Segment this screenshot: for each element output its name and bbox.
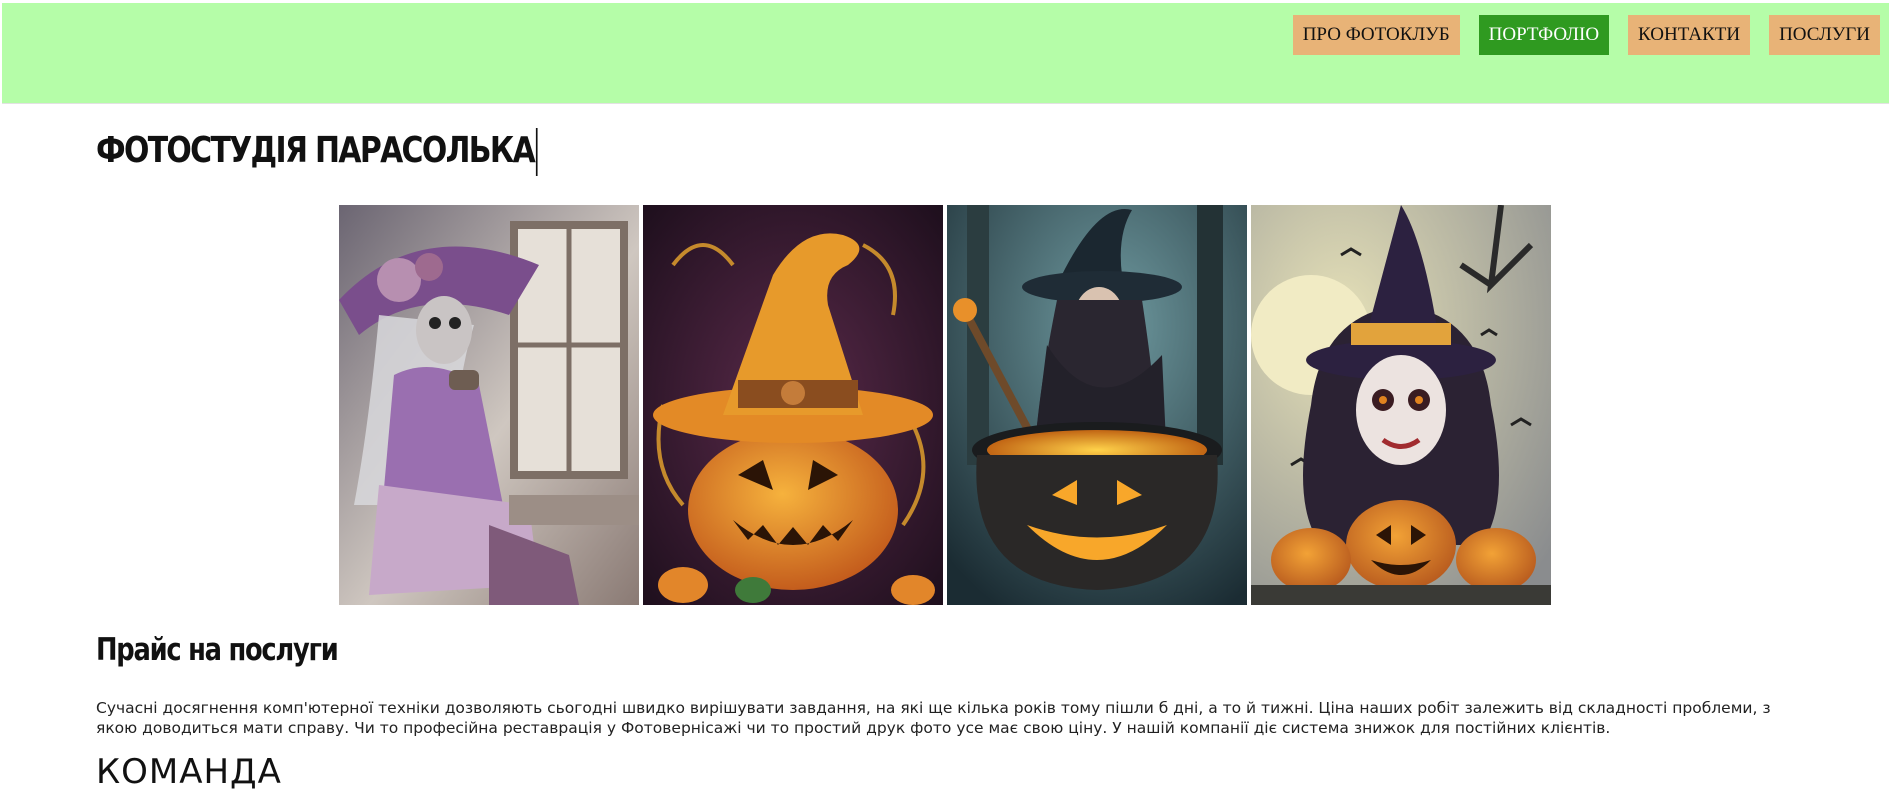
- photo-witch-window[interactable]: [339, 205, 639, 605]
- nav-contacts-button[interactable]: КОНТАКТИ: [1628, 15, 1751, 55]
- main-nav: ПРО ФОТОКЛУБ ПОРТФОЛІО КОНТАКТИ ПОСЛУГИ: [1292, 15, 1880, 55]
- photo-pumpkin-hat[interactable]: [643, 205, 943, 605]
- nav-services-button[interactable]: ПОСЛУГИ: [1769, 15, 1880, 55]
- nav-about-button[interactable]: ПРО ФОТОКЛУБ: [1292, 15, 1460, 55]
- witch-pumpkins-image: [1251, 205, 1551, 605]
- price-section-title: Прайс на послуги: [96, 632, 339, 668]
- nav-portfolio-button[interactable]: ПОРТФОЛІО: [1478, 15, 1610, 55]
- page-title[interactable]: ФОТОСТУДІЯ ПАРАСОЛЬКА: [96, 128, 538, 176]
- photo-witch-cauldron[interactable]: [947, 205, 1247, 605]
- witch-window-image: [339, 205, 639, 605]
- witch-cauldron-image: [947, 205, 1247, 605]
- price-section-text: Сучасні досягнення комп'ютерної техніки …: [96, 699, 1771, 737]
- pumpkin-hat-image: [643, 205, 943, 605]
- site-header: ПРО ФОТОКЛУБ ПОРТФОЛІО КОНТАКТИ ПОСЛУГИ: [2, 3, 1889, 104]
- photo-gallery: [339, 205, 1551, 605]
- photo-witch-pumpkins[interactable]: [1251, 205, 1551, 605]
- team-section-title: КОМАНДА: [96, 752, 282, 792]
- text-cursor: [535, 128, 538, 176]
- page-title-text: ФОТОСТУДІЯ ПАРАСОЛЬКА: [96, 130, 536, 171]
